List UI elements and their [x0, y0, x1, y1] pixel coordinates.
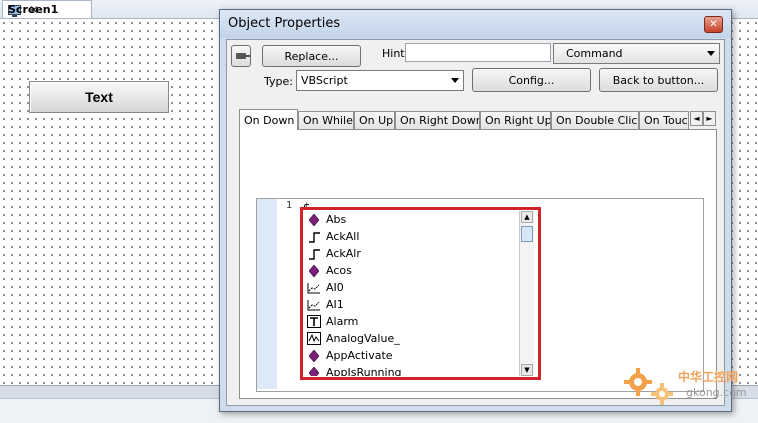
- autocomplete-item-label: AckAlr: [326, 247, 361, 260]
- method-diamond-icon: [307, 349, 321, 362]
- autocomplete-item[interactable]: Abs: [307, 211, 523, 228]
- tab-on-right-down[interactable]: On Right Down: [395, 111, 480, 129]
- step-signal-icon: [307, 230, 321, 243]
- autocomplete-item[interactable]: AckAlr: [307, 245, 523, 262]
- chevron-down-icon: [451, 78, 459, 83]
- method-diamond-icon: [307, 213, 321, 226]
- type-label: Type:: [264, 75, 293, 88]
- method-diamond-icon: [307, 366, 321, 376]
- method-diamond-icon: [307, 264, 321, 277]
- autocomplete-item-label: AnalogValue_: [326, 332, 400, 345]
- autocomplete-item-label: Acos: [326, 264, 352, 277]
- tab-on-down[interactable]: On Down: [239, 109, 298, 130]
- config-button[interactable]: Config...: [472, 68, 591, 92]
- scroll-down-icon[interactable]: ▼: [521, 364, 533, 376]
- tab-scroll-left-icon[interactable]: ◄: [690, 111, 703, 126]
- tab-on-while[interactable]: On While: [298, 111, 354, 129]
- trend-chart-icon: [307, 298, 321, 311]
- watermark: 中华工控网 gkong.com: [622, 366, 758, 406]
- autocomplete-scrollbar[interactable]: ▲ ▼: [519, 211, 534, 376]
- autocomplete-item[interactable]: AppActivate: [307, 347, 523, 364]
- scroll-thumb[interactable]: [521, 226, 533, 242]
- replace-button[interactable]: Replace...: [262, 45, 361, 67]
- tab-on-right-up[interactable]: On Right Up: [480, 111, 551, 129]
- autocomplete-item-label: AI0: [326, 281, 344, 294]
- tab-scroll-right-icon[interactable]: ►: [703, 111, 716, 126]
- tab-on-touch[interactable]: On Touc: [639, 111, 689, 129]
- autocomplete-item[interactable]: Alarm: [307, 313, 523, 330]
- pin-icon: [236, 53, 251, 59]
- command-dropdown[interactable]: Command: [553, 43, 720, 64]
- watermark-text: 中华工控网: [678, 370, 739, 384]
- autocomplete-item[interactable]: AI0: [307, 279, 523, 296]
- dialog-close-button[interactable]: ✕: [704, 16, 723, 33]
- tab-on-double-click[interactable]: On Double Click: [551, 111, 639, 129]
- event-tabs: On Down On While On Up On Right Down On …: [239, 109, 717, 130]
- tab-on-up[interactable]: On Up: [354, 111, 395, 129]
- dialog-titlebar[interactable]: Object Properties ✕: [220, 10, 731, 38]
- autocomplete-item[interactable]: AI1: [307, 296, 523, 313]
- text-box-icon: [307, 315, 321, 328]
- chevron-down-icon: [707, 51, 715, 56]
- type-dropdown-value: VBScript: [301, 74, 348, 87]
- step-signal-icon: [307, 247, 321, 260]
- pin-button[interactable]: [231, 45, 251, 67]
- command-dropdown-value: Command: [566, 47, 623, 60]
- autocomplete-list: Abs AckAll AckAlr Acos AI0 AI1 Alarm Ana…: [307, 211, 523, 376]
- trend-chart-icon: [307, 281, 321, 294]
- analog-value-icon: [307, 332, 321, 345]
- editor-gutter: [257, 199, 277, 389]
- autocomplete-popup: Abs AckAll AckAlr Acos AI0 AI1 Alarm Ana…: [300, 207, 541, 380]
- autocomplete-item[interactable]: AppIsRunning: [307, 364, 523, 376]
- text-widget[interactable]: Text: [29, 81, 169, 113]
- autocomplete-item[interactable]: AckAll: [307, 228, 523, 245]
- dialog-title: Object Properties: [228, 16, 341, 31]
- screen-tab[interactable]: Screen1 ✕: [2, 0, 92, 18]
- screen-tab-label: Screen1: [8, 3, 59, 16]
- autocomplete-item-label: AckAll: [326, 230, 360, 243]
- line-number: 1: [286, 200, 293, 211]
- autocomplete-item[interactable]: Acos: [307, 262, 523, 279]
- autocomplete-item-label: AppActivate: [326, 349, 393, 362]
- type-dropdown[interactable]: VBScript: [296, 70, 464, 91]
- autocomplete-item[interactable]: AnalogValue_: [307, 330, 523, 347]
- gear-icon: [624, 368, 673, 405]
- hint-input[interactable]: [405, 43, 551, 62]
- autocomplete-item-label: AppIsRunning: [326, 366, 402, 376]
- autocomplete-item-label: Abs: [326, 213, 347, 226]
- autocomplete-item-label: Alarm: [326, 315, 359, 328]
- scroll-up-icon[interactable]: ▲: [521, 211, 533, 223]
- watermark-domain: gkong.com: [686, 386, 747, 399]
- autocomplete-item-label: AI1: [326, 298, 344, 311]
- back-to-button-button[interactable]: Back to button...: [599, 68, 718, 92]
